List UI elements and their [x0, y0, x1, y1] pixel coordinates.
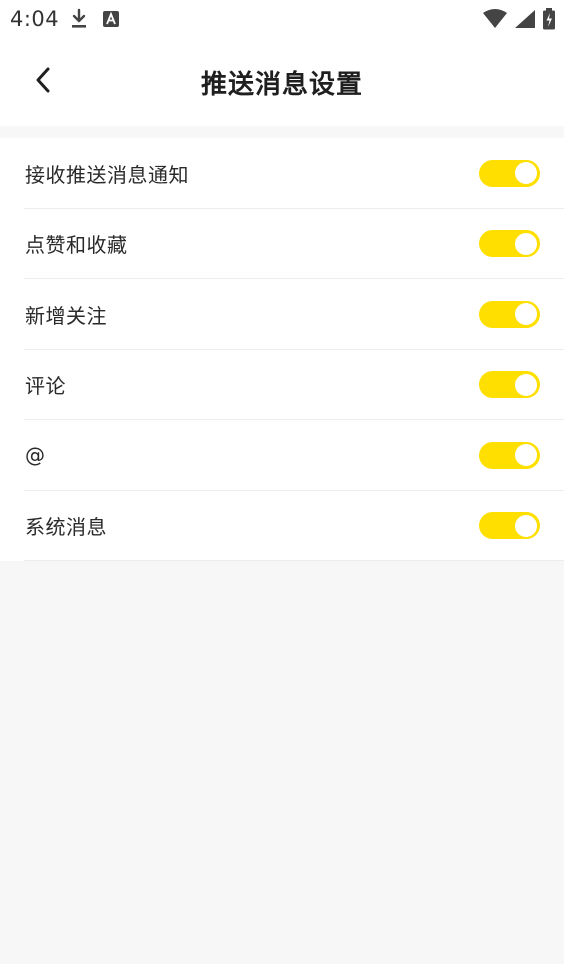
toggle-switch[interactable]	[479, 371, 540, 399]
toggle-knob	[515, 444, 537, 467]
status-right-icons	[482, 8, 556, 34]
toggle-switch[interactable]	[479, 441, 540, 469]
battery-icon	[542, 8, 556, 34]
setting-label: 新增关注	[25, 303, 107, 328]
setting-label: 接收推送消息通知	[25, 162, 189, 187]
page-title: 推送消息设置	[200, 70, 363, 100]
signal-icon	[514, 9, 536, 33]
settings-list: 接收推送消息通知 点赞和收藏 新增关注 评论 @ 系统消息	[0, 138, 564, 561]
setting-label: @	[25, 443, 46, 468]
download-icon	[70, 8, 88, 34]
header: 推送消息设置	[0, 40, 564, 126]
toggle-switch[interactable]	[479, 512, 540, 540]
toggle-knob	[515, 162, 537, 185]
setting-row-push: 接收推送消息通知	[0, 138, 564, 209]
toggle-switch[interactable]	[479, 230, 540, 258]
setting-label: 系统消息	[25, 515, 107, 540]
status-bar: 4:04	[0, 0, 564, 40]
status-time: 4:04	[10, 7, 60, 31]
setting-row-mentions: @	[0, 420, 564, 491]
setting-row-likes: 点赞和收藏	[0, 209, 564, 280]
setting-row-follows: 新增关注	[0, 279, 564, 350]
setting-label: 点赞和收藏	[25, 233, 128, 258]
toggle-knob	[515, 232, 537, 255]
wifi-icon	[482, 9, 508, 33]
setting-row-system: 系统消息	[0, 491, 564, 562]
toggle-switch[interactable]	[479, 300, 540, 328]
setting-row-comments: 评论	[0, 350, 564, 421]
setting-label: 评论	[25, 374, 66, 399]
font-a-icon	[102, 10, 120, 32]
status-left-icons	[70, 8, 120, 34]
toggle-knob	[515, 373, 537, 396]
toggle-switch[interactable]	[479, 159, 540, 187]
toggle-knob	[515, 303, 537, 326]
toggle-knob	[515, 514, 537, 537]
